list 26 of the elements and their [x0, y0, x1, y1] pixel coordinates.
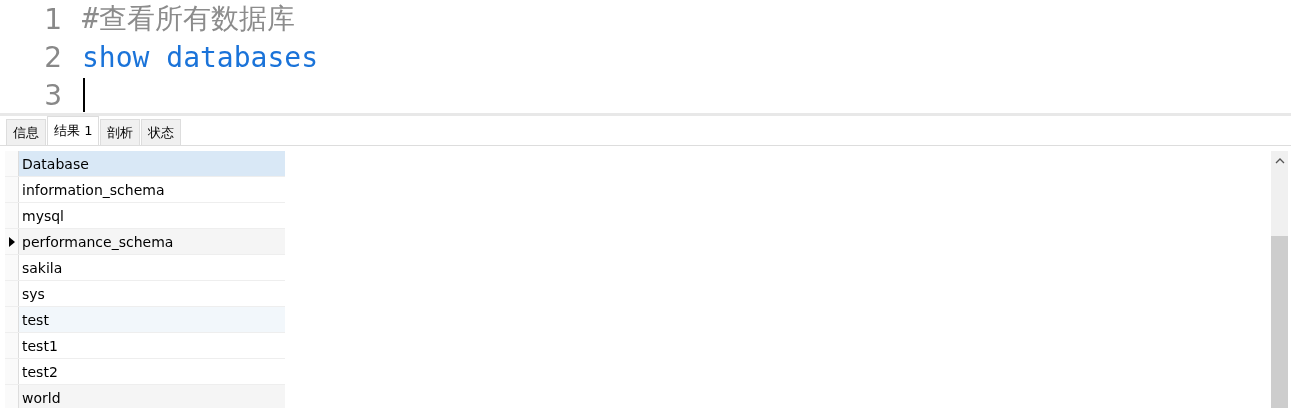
- table-cell-text: mysql: [21, 206, 65, 226]
- row-selector[interactable]: [5, 229, 19, 254]
- text-cursor: [83, 78, 85, 112]
- tab[interactable]: 剖析: [100, 119, 141, 145]
- tab[interactable]: 状态: [141, 119, 182, 145]
- table-cell-text: test2: [21, 362, 59, 382]
- scrollbar-thumb[interactable]: [1271, 236, 1288, 408]
- line-number: 2: [43, 40, 63, 74]
- table-cell-text: information_schema: [21, 180, 166, 200]
- tab[interactable]: 信息: [6, 119, 46, 145]
- table-cell-text: test1: [21, 336, 59, 356]
- table-cell: world: [19, 385, 285, 408]
- line-number: 1: [43, 2, 63, 36]
- code-line: show databases: [82, 40, 318, 74]
- code-comment: #查看所有数据库: [82, 1, 295, 37]
- scrollbar[interactable]: [1271, 151, 1288, 408]
- table-cell-text: sys: [21, 284, 46, 304]
- column-header[interactable]: Database: [19, 151, 285, 176]
- scroll-up-icon[interactable]: [1274, 158, 1285, 164]
- line-number: 3: [43, 78, 63, 112]
- table-cell-text: sakila: [21, 258, 64, 278]
- code-editor[interactable]: 1 #查看所有数据库 2 show databases 3: [0, 0, 1291, 116]
- table-cell: test: [19, 307, 285, 332]
- tab[interactable]: 结果 1: [47, 116, 100, 145]
- table-cell: performance_schema: [19, 229, 285, 254]
- current-row-icon: [8, 236, 15, 247]
